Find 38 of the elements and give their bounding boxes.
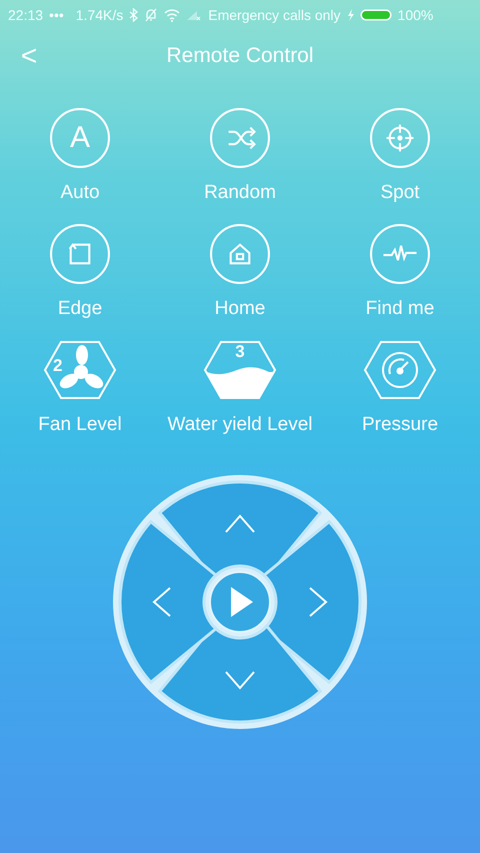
page-title: Remote Control — [165, 44, 315, 68]
gauge-icon — [363, 338, 437, 402]
mode-button[interactable]: Spot — [320, 106, 480, 204]
charging-icon — [346, 9, 354, 21]
status-dots: ••• — [49, 7, 64, 23]
down-arrow-button[interactable] — [158, 624, 322, 724]
water-level-icon — [203, 338, 277, 402]
findme-icon — [369, 223, 431, 285]
mode-button[interactable]: 2 Fan Level — [0, 338, 160, 436]
carrier-status: Emergency calls only — [208, 7, 341, 23]
mode-letter: A — [70, 121, 90, 155]
battery-icon — [360, 9, 392, 21]
home-icon — [209, 223, 271, 285]
right-arrow-button[interactable] — [262, 520, 362, 684]
mode-button[interactable]: Home — [160, 222, 320, 320]
play-button[interactable] — [209, 571, 271, 633]
mode-button[interactable]: Edge — [0, 222, 160, 320]
auto-icon — [49, 107, 111, 169]
edge-icon — [49, 223, 111, 285]
battery-percent: 100% — [398, 7, 434, 23]
mode-button[interactable]: 3 Water yield Level — [160, 338, 320, 436]
signal-icon — [186, 9, 202, 21]
left-arrow-button[interactable] — [118, 520, 218, 684]
mode-button[interactable]: Find me — [320, 222, 480, 320]
mode-button[interactable]: Random — [160, 106, 320, 204]
mode-button[interactable]: A Auto — [0, 106, 160, 204]
random-icon — [209, 107, 271, 169]
level-number: 2 — [53, 356, 62, 376]
status-time: 22:13 — [8, 7, 44, 23]
bell-off-icon — [144, 8, 158, 22]
bluetooth-icon — [129, 8, 138, 22]
back-button[interactable]: < — [14, 40, 44, 72]
level-number: 3 — [235, 342, 245, 362]
mode-button[interactable]: Pressure — [320, 338, 480, 436]
network-speed: 1.74K/s — [76, 7, 124, 23]
spot-icon — [369, 107, 431, 169]
fan-icon — [43, 338, 117, 402]
wifi-icon — [164, 8, 180, 22]
